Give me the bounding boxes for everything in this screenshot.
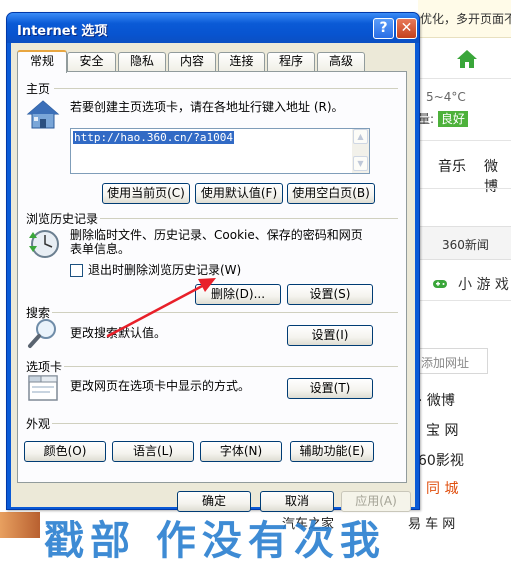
notice-bar: 优化，多开页面不: [418, 0, 511, 38]
game-link[interactable]: 小 游 戏: [458, 274, 509, 294]
tabs-settings-button[interactable]: 设置(T): [287, 378, 373, 399]
tab-general[interactable]: 常规: [17, 50, 67, 73]
home-icon[interactable]: [452, 44, 482, 74]
tab-privacy[interactable]: 隐私: [118, 52, 166, 71]
colors-button[interactable]: 颜色(O): [24, 441, 106, 462]
search-description: 更改搜索默认值。: [70, 326, 167, 340]
ok-button[interactable]: 确定: [177, 491, 251, 512]
link-360video[interactable]: 60影视: [418, 450, 464, 470]
homepage-url-field[interactable]: http://hao.360.cn/?a1004 ▲ ▼: [70, 128, 370, 174]
general-tab-panel: 主页 若要创建主页选项卡，请在各地址行键入地址 (R)。 http://hao.…: [17, 71, 407, 483]
use-default-button[interactable]: 使用默认值(F): [195, 183, 283, 204]
close-button[interactable]: ✕: [396, 18, 417, 39]
scroll-down-icon[interactable]: ▼: [353, 156, 368, 171]
title-bar[interactable]: Internet 选项 ? ✕: [7, 13, 419, 43]
banner-image: [0, 512, 40, 538]
add-site-placeholder: 添加网址: [421, 356, 470, 370]
tab-connections[interactable]: 连接: [218, 52, 265, 71]
gamepad-icon: [433, 280, 447, 288]
group-divider: [100, 218, 398, 219]
divider: [418, 140, 511, 141]
air-quality: 量: 良好: [418, 110, 468, 127]
nav-music-link[interactable]: 音乐: [438, 156, 466, 176]
news-tab[interactable]: 360新闻: [442, 236, 489, 253]
appearance-group-title: 外观: [26, 417, 51, 431]
link-taobao[interactable]: 宝 网: [426, 420, 458, 440]
accessibility-button[interactable]: 辅助功能(E): [290, 441, 374, 462]
history-group-title: 浏览历史记录: [26, 212, 99, 226]
divider: [418, 300, 511, 301]
tab-content[interactable]: 内容: [168, 52, 216, 71]
use-current-button[interactable]: 使用当前页(C): [102, 183, 190, 204]
history-description-line1: 删除临时文件、历史记录、Cookie、保存的密码和网页: [70, 228, 363, 242]
tab-security[interactable]: 安全: [67, 52, 116, 71]
homepage-url-value: http://hao.360.cn/?a1004: [73, 131, 234, 144]
weather-temperature: 5~4°C: [426, 90, 466, 104]
magnifier-icon: [28, 319, 56, 348]
internet-options-dialog: Internet 选项 ? ✕ 常规 安全 隐私 内容 连接 程序 高级 主页 …: [6, 12, 420, 512]
use-blank-button[interactable]: 使用空白页(B): [287, 183, 375, 204]
url-scrollbar[interactable]: ▲ ▼: [352, 129, 369, 173]
tabs-description: 更改网页在选项卡中显示的方式。: [70, 379, 251, 393]
tab-advanced[interactable]: 高级: [317, 52, 365, 71]
dialog-title: Internet 选项: [17, 24, 108, 39]
delete-on-exit-label[interactable]: 退出时删除浏览历史记录(W): [88, 263, 241, 277]
homepage-description: 若要创建主页选项卡，请在各地址行键入地址 (R)。: [70, 100, 344, 114]
nav-weibo-link[interactable]: 微博: [484, 156, 511, 196]
fonts-button[interactable]: 字体(N): [200, 441, 282, 462]
search-settings-button[interactable]: 设置(I): [287, 325, 373, 346]
dialog-client-area: 常规 安全 隐私 内容 连接 程序 高级 主页 若要创建主页选项卡，请在各地址行…: [11, 43, 415, 512]
cancel-button[interactable]: 取消: [260, 491, 334, 512]
delete-on-exit-checkbox[interactable]: [70, 264, 83, 277]
group-divider: [54, 88, 398, 89]
air-quality-badge: 良好: [437, 111, 468, 127]
help-button[interactable]: ?: [373, 18, 394, 39]
group-divider: [52, 312, 398, 313]
link-yiche[interactable]: 易 车 网: [408, 513, 455, 532]
group-divider: [64, 366, 398, 367]
banner-text: 戳部 作没有次我: [44, 518, 386, 564]
divider: [418, 78, 511, 79]
tabbed-window-icon: [28, 375, 58, 401]
news-tab-bar: 360新闻: [418, 226, 511, 260]
divider: [418, 188, 511, 189]
scroll-up-icon[interactable]: ▲: [353, 129, 368, 144]
history-settings-button[interactable]: 设置(S): [287, 284, 373, 305]
link-tongcheng[interactable]: 同 城: [426, 478, 458, 498]
link-weibo[interactable]: · 微博: [418, 390, 455, 410]
notice-text: 优化，多开页面不: [420, 12, 511, 26]
apply-button[interactable]: 应用(A): [341, 491, 411, 512]
homepage-group-title: 主页: [26, 82, 51, 96]
add-site-field[interactable]: 添加网址: [414, 348, 488, 374]
group-divider: [52, 423, 398, 424]
delete-history-button[interactable]: 删除(D)...: [195, 284, 281, 305]
history-description-line2: 表单信息。: [70, 242, 131, 256]
air-quality-label: 量:: [418, 112, 435, 126]
tab-programs[interactable]: 程序: [267, 52, 315, 71]
clock-icon: [29, 230, 59, 258]
house-icon: [26, 100, 60, 129]
languages-button[interactable]: 语言(L): [112, 441, 194, 462]
